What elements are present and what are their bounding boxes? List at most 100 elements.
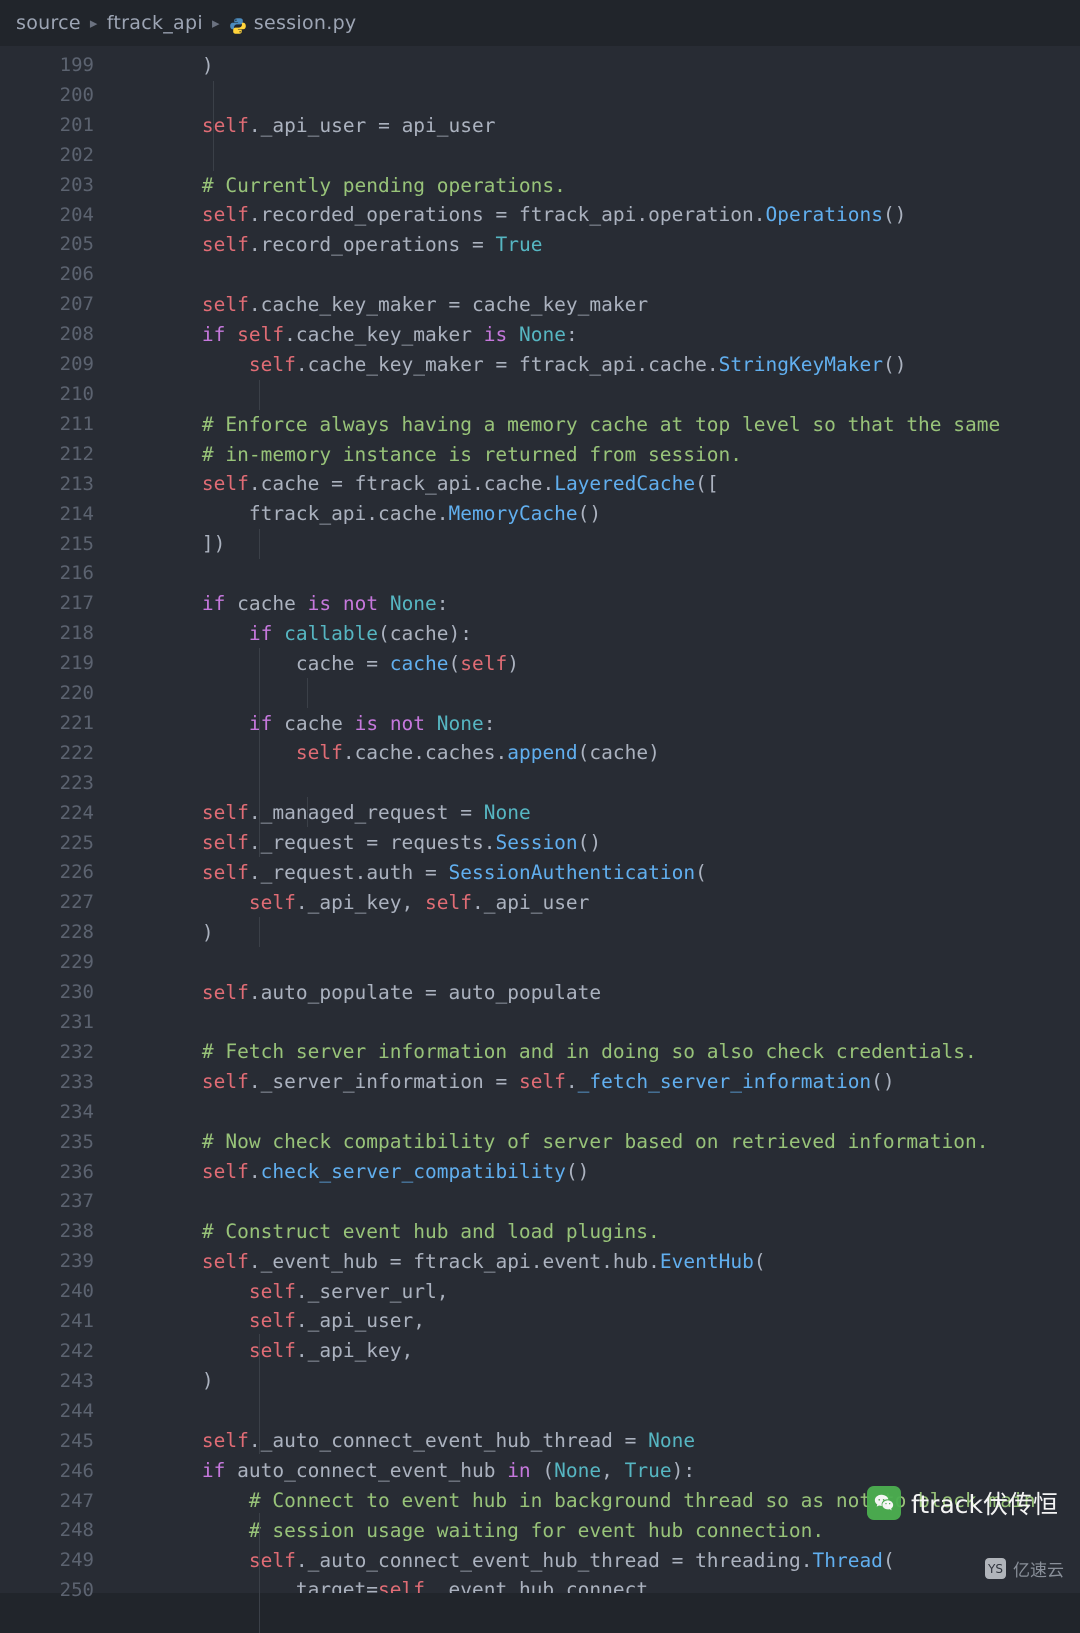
line-number: 223 (59, 771, 94, 794)
line-number: 229 (59, 951, 94, 974)
code-line: self._auto_connect_event_hub_thread = No… (201, 1428, 696, 1452)
line-number: 231 (59, 1011, 94, 1033)
code-line: ) (201, 920, 214, 944)
line-number: 248 (59, 1519, 94, 1542)
code-line: self._request = requests.Session() (201, 831, 602, 855)
line-number: 228 (59, 921, 94, 944)
wechat-watermark: ftrack伏传恒 (867, 1485, 1058, 1521)
code-line: self.check_server_compatibility() (201, 1159, 590, 1183)
code-line: # Construct event hub and load plugins. (108, 1219, 660, 1243)
line-number: 208 (59, 323, 94, 346)
wechat-icon (867, 1486, 901, 1520)
code-line: self.recorded_operations = ftrack_api.op… (201, 203, 907, 227)
line-number: 215 (59, 532, 94, 555)
line-number: 226 (59, 861, 94, 884)
line-number: 227 (59, 891, 94, 914)
line-number: 211 (59, 412, 94, 435)
line-number: 240 (59, 1280, 94, 1303)
line-number: 247 (59, 1489, 94, 1512)
code-line: self._request.auth = SessionAuthenticati… (201, 861, 707, 885)
line-number: 243 (59, 1369, 94, 1392)
line-number: 201 (59, 113, 94, 136)
line-number: 237 (59, 1190, 94, 1213)
code-line: cache = cache(self) (295, 651, 519, 675)
line-number: 239 (59, 1250, 94, 1273)
line-number: 230 (59, 981, 94, 1004)
line-number: 241 (59, 1310, 94, 1333)
code-line: # Currently pending operations. (108, 173, 566, 197)
line-number: 219 (59, 652, 94, 675)
site-logo-icon: YS (985, 1558, 1006, 1579)
line-number: 206 (59, 263, 94, 286)
code-line: ftrack_api.cache.MemoryCache() (248, 502, 602, 526)
breadcrumb: source ▸ ftrack_api ▸ session.py (0, 0, 1080, 46)
code-line: if cache is not None: (248, 711, 496, 735)
code-line: self._api_key, self._api_user (248, 890, 590, 914)
line-number: 249 (59, 1549, 94, 1572)
code-line: # Now check compatibility of server base… (108, 1130, 989, 1154)
line-number: 212 (59, 442, 94, 465)
line-number: 199 (59, 54, 94, 76)
code-line: self._auto_connect_event_hub_thread = th… (248, 1548, 895, 1572)
line-number: 225 (59, 831, 94, 854)
line-number: 233 (59, 1070, 94, 1093)
line-number: 213 (59, 472, 94, 495)
code-line: self.record_operations = True (201, 233, 543, 257)
code-line: target=self._event_hub_connect (295, 1578, 649, 1593)
line-number: 200 (59, 83, 94, 106)
code-line: ) (201, 1369, 214, 1393)
code-line: self.cache = ftrack_api.cache.LayeredCac… (201, 472, 719, 496)
line-number: 214 (59, 502, 94, 525)
code-line: if self.cache_key_maker is None: (201, 323, 578, 347)
python-file-icon (229, 17, 247, 35)
code-line: self.auto_populate = auto_populate (201, 980, 602, 1004)
line-number: 218 (59, 622, 94, 645)
line-number: 217 (59, 592, 94, 615)
line-number: 232 (59, 1040, 94, 1063)
line-number: 245 (59, 1429, 94, 1452)
line-number: 204 (59, 203, 94, 226)
line-number: 207 (59, 293, 94, 316)
site-watermark: YS 亿速云 (985, 1556, 1064, 1581)
code-content[interactable]: ) self._api_user = api_user # Currently … (108, 46, 1080, 1593)
breadcrumb-item-session-py[interactable]: session.py (254, 12, 357, 34)
line-number: 209 (59, 353, 94, 376)
code-line: ) (201, 54, 214, 77)
line-number: 221 (59, 711, 94, 734)
line-number-gutter: 199 200 201 202 203 204 205 206 207 208 209 210 211 2… (0, 46, 108, 1601)
breadcrumb-item-ftrack_api[interactable]: ftrack_api (107, 12, 203, 34)
line-number: 238 (59, 1220, 94, 1243)
code-line: self.cache_key_maker = ftrack_api.cache.… (248, 352, 907, 376)
chevron-right-icon: ▸ (211, 13, 220, 32)
line-number: 203 (59, 173, 94, 196)
code-line: self._server_url, (248, 1279, 449, 1303)
line-number: 210 (59, 382, 94, 405)
line-number: 222 (59, 741, 94, 764)
code-line: self.cache_key_maker = cache_key_maker (201, 293, 649, 317)
line-number: 224 (59, 801, 94, 824)
wechat-watermark-text: ftrack伏传恒 (911, 1490, 1058, 1519)
line-number: 242 (59, 1339, 94, 1362)
editor-area[interactable]: 199 200 201 202 203 204 205 206 207 208 209 210 211 2… (0, 46, 1080, 1633)
code-line: self.cache.caches.append(cache) (295, 741, 660, 765)
line-number: 246 (59, 1459, 94, 1482)
code-line: # Enforce always having a memory cache a… (108, 412, 1001, 436)
code-line: self._managed_request = None (201, 801, 531, 825)
line-number: 250 (59, 1579, 94, 1602)
breadcrumb-item-source[interactable]: source (16, 12, 81, 34)
code-line: self._api_user, (248, 1309, 426, 1333)
code-viewer-window: source ▸ ftrack_api ▸ session.py 199 200 2… (0, 0, 1080, 1633)
line-number: 235 (59, 1130, 94, 1153)
line-number: 216 (59, 562, 94, 585)
